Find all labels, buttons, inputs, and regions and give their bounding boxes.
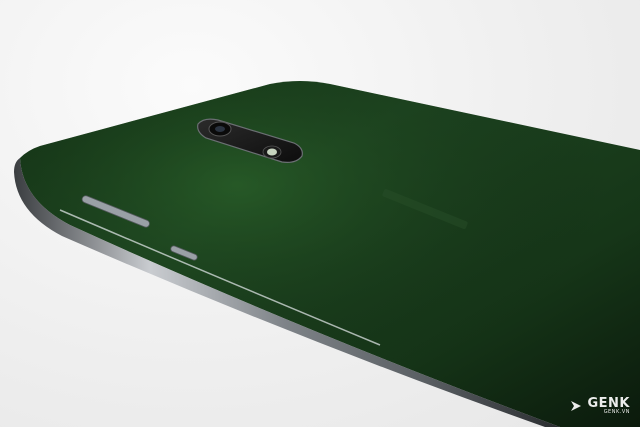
watermark: GENK GENK.VN	[569, 397, 630, 415]
phone-back-photo	[14, 81, 640, 427]
chevron-arrow-icon	[571, 401, 582, 411]
watermark-site: GENK.VN	[603, 409, 630, 415]
watermark-text: GENK GENK.VN	[587, 397, 630, 415]
photo-scene: GENK GENK.VN	[0, 0, 640, 427]
